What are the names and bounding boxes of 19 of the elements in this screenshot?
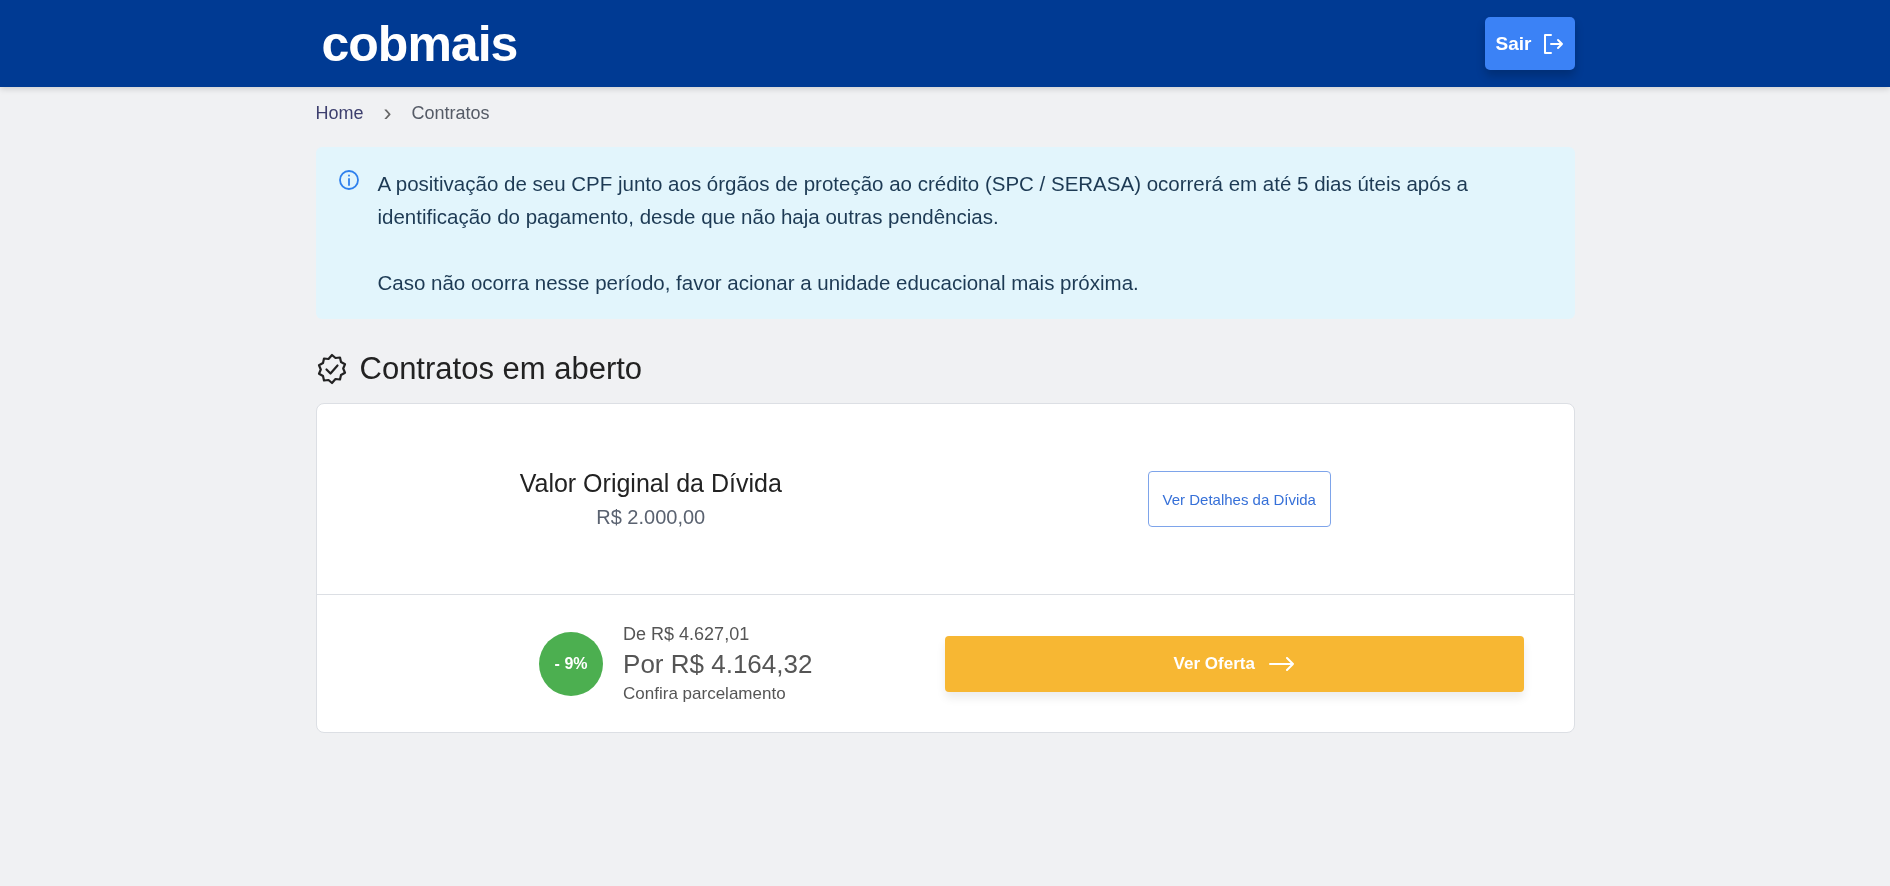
logo[interactable]: cobmais xyxy=(315,14,518,73)
logout-button[interactable]: Sair xyxy=(1484,17,1575,70)
breadcrumb-separator: › xyxy=(383,99,392,127)
arrow-right-icon xyxy=(1268,656,1295,671)
notice-text: A positivação de seu CPF junto aos órgãos de proteção ao crédito (SPC / SERASA) ocorrerá em até 5 dias úteis após a identificação do pagamento, desde que não haja outras pendências. xyxy=(377,171,1469,230)
breadcrumb-link[interactable]: Home xyxy=(315,102,364,124)
installments-note: Confira parcelamento xyxy=(623,683,787,704)
debt-value: R$ 2.000,00 xyxy=(596,506,706,529)
discount-badge: - 9% xyxy=(539,631,604,696)
breadcrumb-current: Contratos xyxy=(411,102,490,124)
logout-icon xyxy=(1541,32,1564,55)
verified-badge-icon xyxy=(315,353,348,385)
old-price: De R$ 4.627,01 xyxy=(623,623,751,645)
section-title: Contratos em aberto xyxy=(359,351,643,387)
details-button[interactable]: Ver Detalhes da Dívida xyxy=(1147,471,1331,527)
debt-label: Valor Original da Dívida xyxy=(519,469,782,498)
info-icon xyxy=(337,169,360,191)
notice-text: Caso não ocorra nesse período, favor acionar a unidade educacional mais próxima. xyxy=(377,270,1140,296)
new-price: Por R$ 4.164,32 xyxy=(623,648,813,680)
